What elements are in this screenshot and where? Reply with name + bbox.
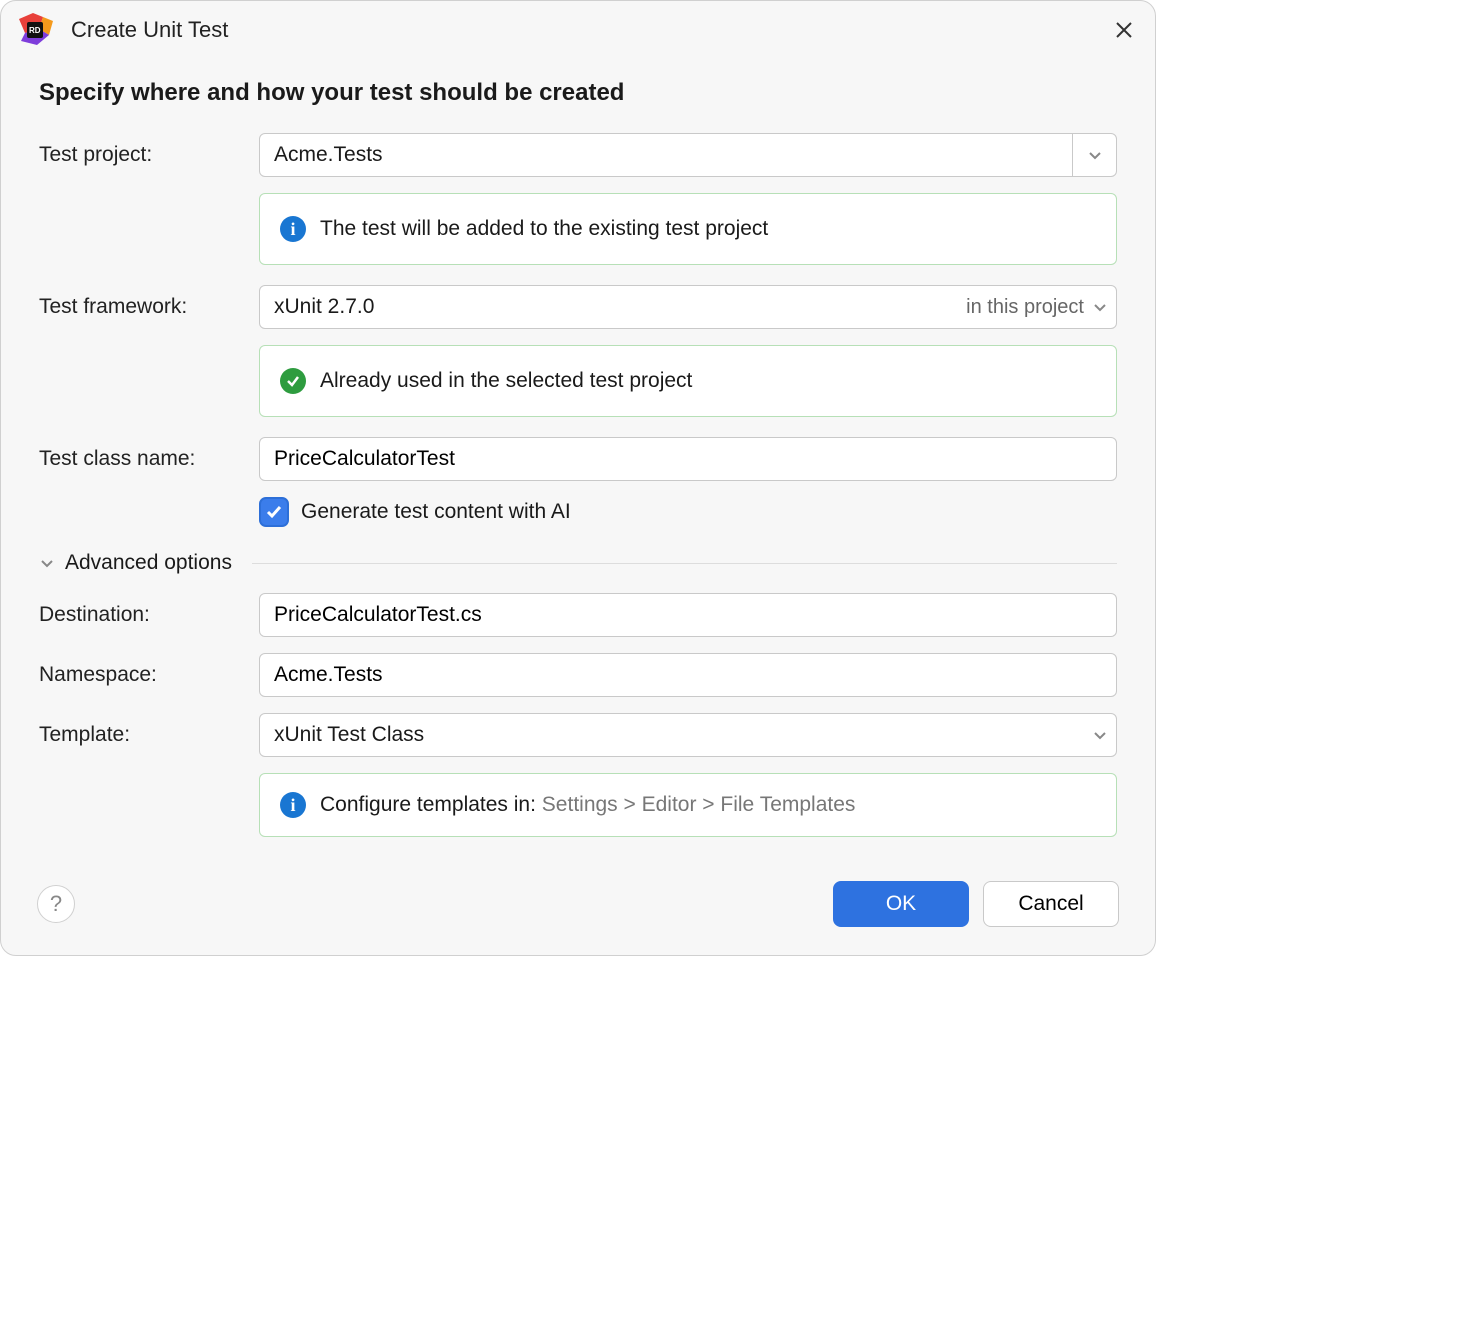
cancel-button[interactable]: Cancel: [983, 881, 1119, 927]
row-destination: Destination:: [39, 593, 1117, 637]
check-icon: [265, 503, 283, 521]
advanced-options-label: Advanced options: [65, 551, 232, 575]
row-test-project: Test project: Acme.Tests: [39, 133, 1117, 177]
ok-button[interactable]: OK: [833, 881, 969, 927]
row-test-class-name: Test class name:: [39, 437, 1117, 481]
chevron-down-icon: [39, 555, 55, 571]
dialog-title: Create Unit Test: [71, 17, 1113, 43]
hint-configure-path: Settings > Editor > File Templates: [542, 793, 856, 816]
button-bar: ? OK Cancel: [1, 865, 1155, 955]
test-framework-combo[interactable]: xUnit 2.7.0 in this project: [259, 285, 1117, 329]
hint-configure-prefix: Configure templates in:: [320, 793, 542, 816]
test-project-value: Acme.Tests: [260, 143, 1072, 167]
row-ai-checkbox: Generate test content with AI: [259, 497, 1117, 527]
close-icon: [1115, 21, 1133, 39]
create-unit-test-dialog: RD Create Unit Test Specify where and ho…: [0, 0, 1156, 956]
label-test-framework: Test framework:: [39, 295, 259, 319]
row-template: Template: xUnit Test Class: [39, 713, 1117, 757]
dialog-body: Specify where and how your test should b…: [1, 55, 1155, 865]
chevron-down-icon: [1092, 727, 1108, 743]
row-namespace: Namespace:: [39, 653, 1117, 697]
chevron-down-icon: [1072, 134, 1116, 176]
label-test-class-name: Test class name:: [39, 447, 259, 471]
label-test-project: Test project:: [39, 143, 259, 167]
label-template: Template:: [39, 723, 259, 747]
advanced-options-toggle[interactable]: Advanced options: [39, 551, 1117, 575]
app-icon: RD: [19, 13, 53, 47]
titlebar: RD Create Unit Test: [1, 1, 1155, 55]
label-namespace: Namespace:: [39, 663, 259, 687]
info-icon: i: [280, 216, 306, 242]
close-button[interactable]: [1113, 19, 1135, 41]
dialog-heading: Specify where and how your test should b…: [39, 79, 1117, 107]
generate-ai-checkbox[interactable]: [259, 497, 289, 527]
generate-ai-label: Generate test content with AI: [301, 500, 571, 524]
hint-configure-templates-text: Configure templates in: Settings > Edito…: [320, 793, 855, 817]
test-framework-scope: in this project: [966, 296, 1084, 319]
test-project-combo[interactable]: Acme.Tests: [259, 133, 1117, 177]
help-icon: ?: [50, 891, 62, 917]
test-class-name-input[interactable]: [259, 437, 1117, 481]
destination-input[interactable]: [259, 593, 1117, 637]
hint-framework-used-text: Already used in the selected test projec…: [320, 369, 692, 393]
test-framework-value: xUnit 2.7.0: [274, 295, 966, 319]
help-button[interactable]: ?: [37, 885, 75, 923]
check-circle-icon: [280, 368, 306, 394]
hint-existing-project: i The test will be added to the existing…: [259, 193, 1117, 265]
namespace-input[interactable]: [259, 653, 1117, 697]
label-destination: Destination:: [39, 603, 259, 627]
hint-existing-project-text: The test will be added to the existing t…: [320, 217, 768, 241]
template-value: xUnit Test Class: [274, 723, 1092, 747]
hint-framework-used: Already used in the selected test projec…: [259, 345, 1117, 417]
template-combo[interactable]: xUnit Test Class: [259, 713, 1117, 757]
info-icon: i: [280, 792, 306, 818]
chevron-down-icon: [1092, 299, 1108, 315]
hint-configure-templates: i Configure templates in: Settings > Edi…: [259, 773, 1117, 837]
separator: [252, 563, 1117, 564]
svg-text:RD: RD: [29, 26, 41, 35]
row-test-framework: Test framework: xUnit 2.7.0 in this proj…: [39, 285, 1117, 329]
